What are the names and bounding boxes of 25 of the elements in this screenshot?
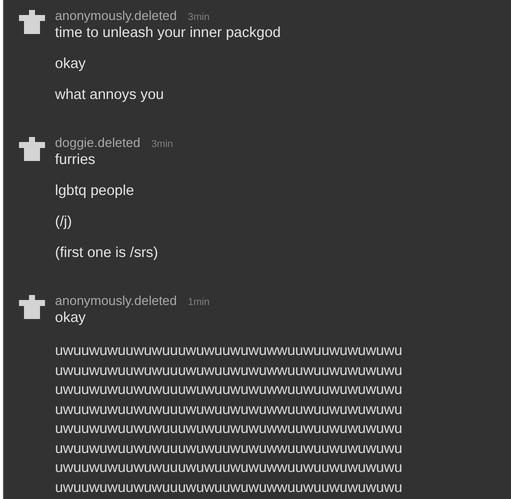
- message-text: (first one is /srs): [55, 244, 160, 263]
- username[interactable]: doggie.deleted: [55, 135, 140, 150]
- message-text: what annoys you: [55, 86, 165, 105]
- message-text: lgbtq people: [55, 182, 136, 201]
- message-text: uwuuwuwuuwuwuuuwuwuuwuwuwwuuwuuwuwuwuwu: [55, 381, 402, 400]
- timestamp: 1min: [188, 297, 210, 308]
- message-text: uwuuwuwuuwuwuuuwuwuuwuwuwwuuwuuwuwuwuwu: [55, 362, 402, 380]
- username[interactable]: anonymously.deleted: [55, 8, 177, 23]
- message-text: uwuuwuwuuwuwuuuwuwuuwuwuwwuuwuuwuwuwuwu: [55, 440, 402, 458]
- message-text: uwuuwuwuuwuwuuuwuwuuwuwuwwuuwuuwuwuwuwu: [55, 400, 402, 420]
- message-text: furries: [55, 151, 96, 170]
- username[interactable]: anonymously.deleted: [55, 293, 177, 308]
- shirt-icon: [19, 9, 45, 35]
- timestamp: 3min: [151, 139, 173, 150]
- message-text: uwuuwuwuuwuwuuuwuwuuwuwuwwuuwuuwuwuwuwu: [55, 478, 402, 498]
- message-text: okay: [55, 309, 87, 328]
- message-text: time to unleash your inner packgod: [55, 24, 281, 43]
- message-text: uwuuwuwuuwuwuuuwuwuuwuwuwwuuwuuwuwuwuwu: [55, 342, 402, 361]
- timestamp: 3min: [188, 12, 210, 23]
- message-text: okay: [55, 55, 87, 74]
- message-text: uwuuwuwuuwuwuuuwuwuuwuwuwwuuwuuwuwuwuwu: [55, 459, 402, 478]
- message-text: (/j): [55, 213, 73, 232]
- message-text: uwuuwuwuuwuwuuuwuwuuwuwuwwuuwuuwuwuwuwu: [55, 420, 402, 439]
- shirt-icon: [19, 294, 45, 320]
- shirt-icon: [19, 136, 45, 162]
